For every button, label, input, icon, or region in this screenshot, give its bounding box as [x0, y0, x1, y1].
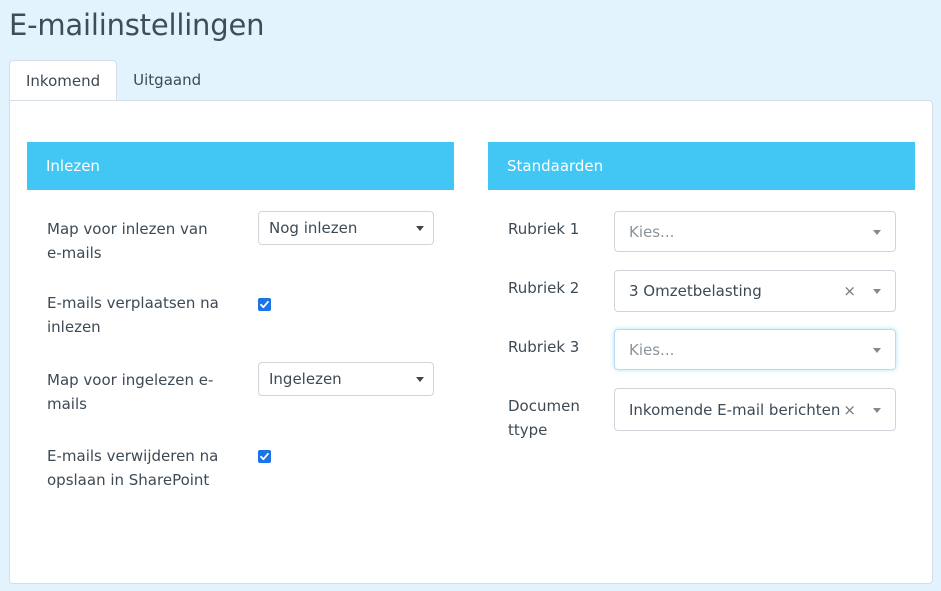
clear-icon[interactable]: × [843, 282, 856, 300]
rubriek1-select[interactable]: Kies... [614, 211, 896, 252]
tab-bar: Inkomend Uitgaand [9, 60, 217, 102]
map-ingelezen-label-line2: mails [47, 395, 87, 413]
documenttype-select[interactable]: Inkomende E-mail berichten × [614, 388, 896, 431]
chevron-down-icon [416, 226, 424, 231]
documenttype-value: Inkomende E-mail berichten [629, 400, 841, 419]
map-inlezen-label-line1: Map voor inlezen van [47, 220, 208, 238]
verplaatsen-label-line1: E-mails verplaatsen na [47, 294, 219, 312]
rubriek2-select[interactable]: 3 Omzetbelasting × [614, 270, 896, 312]
verwijderen-label: E-mails verwijderen na opslaan in ShareP… [47, 444, 218, 492]
chevron-down-icon [873, 229, 881, 235]
verwijderen-checkbox[interactable] [258, 450, 271, 463]
inlezen-card-header: Inlezen [27, 142, 454, 190]
map-inlezen-label: Map voor inlezen van e-mails [47, 217, 208, 265]
chevron-down-icon [873, 289, 881, 294]
map-inlezen-label-line2: e-mails [47, 244, 102, 262]
page-title: E-mailinstellingen [9, 8, 265, 42]
tab-inkomend[interactable]: Inkomend [9, 60, 118, 102]
tab-uitgaand[interactable]: Uitgaand [117, 60, 217, 101]
map-ingelezen-label: Map voor ingelezen e- mails [47, 368, 213, 416]
rubriek2-value: 3 Omzetbelasting [629, 282, 762, 300]
tab-panel-inkomend: Inlezen Map voor inlezen van e-mails Nog… [9, 100, 933, 584]
rubriek1-label: Rubriek 1 [508, 220, 580, 238]
rubriek3-select[interactable]: Kies... [614, 329, 896, 370]
rubriek2-label: Rubriek 2 [508, 279, 580, 297]
documenttype-label: Documen ttype [508, 394, 580, 442]
checkmark-icon [260, 452, 269, 461]
map-ingelezen-label-line1: Map voor ingelezen e- [47, 371, 214, 389]
chevron-down-icon [416, 377, 424, 382]
rubriek3-placeholder: Kies... [629, 340, 675, 359]
map-ingelezen-value: Ingelezen [269, 370, 342, 388]
verplaatsen-label-line2: inlezen [47, 318, 101, 336]
rubriek3-label: Rubriek 3 [508, 338, 580, 356]
documenttype-label-line1: Documen [508, 397, 580, 415]
chevron-down-icon [873, 347, 881, 353]
rubriek1-placeholder: Kies... [629, 222, 675, 241]
standaarden-card-header: Standaarden [488, 142, 915, 190]
checkmark-icon [260, 300, 269, 309]
verwijderen-label-line2: opslaan in SharePoint [47, 471, 210, 489]
map-inlezen-select[interactable]: Nog inlezen [258, 211, 434, 245]
clear-icon[interactable]: × [843, 401, 856, 419]
verplaatsen-label: E-mails verplaatsen na inlezen [47, 291, 219, 339]
verplaatsen-checkbox[interactable] [258, 298, 271, 311]
verwijderen-label-line1: E-mails verwijderen na [47, 447, 219, 465]
map-ingelezen-select[interactable]: Ingelezen [258, 362, 434, 396]
map-inlezen-value: Nog inlezen [269, 219, 358, 237]
chevron-down-icon [873, 407, 881, 413]
documenttype-label-line2: ttype [508, 421, 548, 439]
